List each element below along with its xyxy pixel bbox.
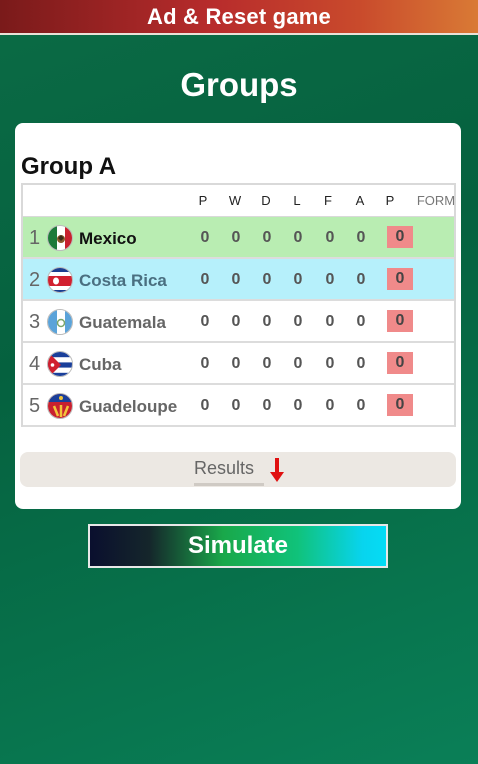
- results-label: Results: [194, 458, 255, 478]
- stat-lost: 0: [293, 355, 303, 372]
- col-played: P: [198, 193, 208, 208]
- simulate-button[interactable]: Simulate: [88, 524, 388, 568]
- col-drawn: D: [261, 193, 271, 208]
- stat-lost: 0: [293, 397, 303, 414]
- col-points: P: [385, 193, 395, 208]
- points-badge: 0: [387, 352, 413, 374]
- col-won: W: [228, 193, 242, 208]
- points-badge: 0: [387, 226, 413, 248]
- ad-reset-label: Ad & Reset game: [147, 3, 331, 29]
- page-title: Groups: [180, 66, 298, 103]
- stat-drawn: 0: [262, 229, 272, 246]
- stat-drawn: 0: [262, 271, 272, 288]
- stat-played: 0: [200, 355, 210, 372]
- team-rank: 5: [29, 395, 41, 417]
- stat-drawn: 0: [262, 397, 272, 414]
- stat-won: 0: [231, 397, 241, 414]
- cuba-flag-icon: [47, 351, 73, 377]
- group-title: Group A: [21, 153, 117, 180]
- stat-for: 0: [325, 397, 335, 414]
- guatemala-flag-icon: [47, 309, 73, 335]
- col-form: FORM: [416, 193, 456, 208]
- table-header: P W D L F A P FORM: [23, 185, 456, 217]
- stat-drawn: 0: [262, 355, 272, 372]
- table-row[interactable]: 3 Guatemala 0 0 0 0 0 0 0: [23, 301, 454, 343]
- stat-for: 0: [325, 355, 335, 372]
- team-name: Costa Rica: [79, 271, 167, 290]
- table-row[interactable]: 5 Guadeloupe 0 0 0 0 0 0 0: [23, 385, 454, 427]
- stat-lost: 0: [293, 229, 303, 246]
- table-row[interactable]: 4 Cuba 0 0 0 0 0 0 0: [23, 343, 454, 385]
- stat-against: 0: [356, 397, 366, 414]
- simulate-label: Simulate: [187, 532, 289, 559]
- results-toggle-button[interactable]: Results: [20, 452, 456, 487]
- team-rank: 2: [29, 269, 41, 291]
- col-against: A: [355, 193, 365, 208]
- team-rank: 1: [29, 227, 41, 249]
- results-underline: [194, 483, 264, 486]
- stat-played: 0: [200, 229, 210, 246]
- stat-against: 0: [356, 355, 366, 372]
- team-name: Cuba: [79, 355, 122, 374]
- col-for: F: [324, 193, 332, 208]
- team-rank: 4: [29, 353, 41, 375]
- costa-rica-flag-icon: [47, 267, 73, 293]
- points-badge: 0: [387, 268, 413, 290]
- stat-played: 0: [200, 397, 210, 414]
- team-name: Guadeloupe: [79, 397, 178, 416]
- stat-played: 0: [200, 271, 210, 288]
- stat-drawn: 0: [262, 313, 272, 330]
- team-name: Mexico: [79, 229, 137, 248]
- stat-won: 0: [231, 229, 241, 246]
- col-lost: L: [293, 193, 301, 208]
- stat-lost: 0: [293, 313, 303, 330]
- stat-against: 0: [356, 271, 366, 288]
- table-row[interactable]: 1 Mexico 0 0 0 0 0 0 0: [23, 217, 454, 259]
- team-name: Guatemala: [79, 313, 166, 332]
- stat-against: 0: [356, 229, 366, 246]
- ad-reset-button[interactable]: Ad & Reset game: [0, 0, 478, 35]
- points-badge: 0: [387, 310, 413, 332]
- standings-table: P W D L F A P FORM 1 Mexico 0 0 0 0 0 0 …: [21, 183, 456, 427]
- stat-won: 0: [231, 355, 241, 372]
- stat-for: 0: [325, 229, 335, 246]
- stat-for: 0: [325, 271, 335, 288]
- stat-won: 0: [231, 313, 241, 330]
- stat-for: 0: [325, 313, 335, 330]
- stat-against: 0: [356, 313, 366, 330]
- points-badge: 0: [387, 394, 413, 416]
- stat-played: 0: [200, 313, 210, 330]
- mexico-flag-icon: [47, 225, 73, 251]
- table-row[interactable]: 2 Costa Rica 0 0 0 0 0 0 0: [23, 259, 454, 301]
- guadeloupe-flag-icon: [47, 393, 73, 419]
- group-card: Group A P W D L F A P FORM 1 Mexico 0 0 …: [15, 123, 461, 509]
- stat-lost: 0: [293, 271, 303, 288]
- red-down-arrow-icon: [270, 458, 284, 489]
- stat-won: 0: [231, 271, 241, 288]
- team-rank: 3: [29, 311, 41, 333]
